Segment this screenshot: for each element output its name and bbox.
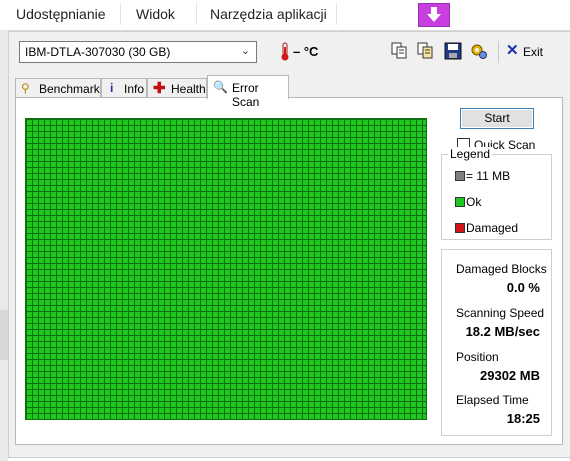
gray-square-icon	[455, 171, 465, 181]
health-icon: ✚	[153, 80, 166, 97]
copy-all-icon[interactable]	[415, 41, 435, 61]
red-square-icon	[455, 223, 465, 233]
options-icon[interactable]	[469, 41, 489, 61]
ribbon-tab-app-tools[interactable]: Narzędzia aplikacji	[210, 6, 327, 22]
exit-button[interactable]: ✕ Exit	[503, 42, 549, 62]
green-square-icon	[455, 197, 465, 207]
position-label: Position	[456, 350, 499, 364]
ribbon-tab-view[interactable]: Widok	[136, 6, 175, 22]
temperature-readout: – °C	[293, 44, 319, 59]
save-icon[interactable]	[443, 41, 463, 61]
ribbon-bar: Udostępnianie Widok Narzędzia aplikacji	[0, 0, 570, 31]
ribbon-separator	[120, 3, 121, 25]
tab-error-scan[interactable]: 🔍 Error Scan	[207, 75, 289, 109]
legend-label: Damaged	[466, 221, 519, 235]
exit-label: Exit	[523, 45, 544, 59]
ribbon-tab-share[interactable]: Udostępnianie	[16, 6, 106, 22]
tab-label: Info	[124, 82, 145, 96]
hdtune-window: IBM-DTLA-307030 (30 GB) ⌄ – °C ✕ Exit ⚲ …	[8, 31, 570, 458]
tab-info[interactable]: i Info	[101, 78, 147, 98]
chevron-down-icon: ⌄	[240, 45, 250, 57]
tab-health[interactable]: ✚ Health	[147, 78, 207, 98]
tab-benchmark[interactable]: ⚲ Benchmark	[15, 78, 101, 98]
tab-label: Health	[171, 82, 206, 96]
legend-title: Legend	[448, 147, 493, 161]
scan-block-map	[25, 118, 427, 420]
copy-icon[interactable]	[389, 41, 409, 61]
ribbon-separator	[336, 3, 337, 25]
damaged-blocks-label: Damaged Blocks	[456, 262, 547, 276]
legend-group: Legend = 11 MB Ok Damaged	[441, 147, 552, 240]
position-value: 29302 MB	[480, 368, 540, 383]
edge-notch	[0, 310, 8, 360]
drive-select[interactable]: IBM-DTLA-307030 (30 GB) ⌄	[19, 41, 257, 63]
elapsed-time-value: 18:25	[506, 411, 540, 426]
download-arrow-button[interactable]	[418, 3, 450, 27]
start-button[interactable]: Start	[460, 108, 534, 129]
ribbon-separator	[196, 3, 197, 25]
error-scan-panel: Start Quick Scan Legend = 11 MB Ok Damag…	[15, 97, 563, 445]
drive-select-value: IBM-DTLA-307030 (30 GB)	[25, 45, 171, 59]
tab-label: Error Scan	[232, 81, 260, 109]
damaged-blocks-value: 0.0 %	[506, 280, 540, 295]
toolbar-separator	[498, 41, 499, 63]
elapsed-time-label: Elapsed Time	[456, 393, 529, 407]
close-icon: ✕	[506, 42, 519, 59]
scanning-speed-label: Scanning Speed	[456, 306, 545, 320]
tab-label: Benchmark	[39, 82, 100, 96]
down-arrow-icon	[427, 7, 441, 22]
legend-label: Ok	[466, 195, 482, 209]
thermometer-icon	[281, 42, 289, 61]
scanning-speed-value: 18.2 MB/sec	[465, 324, 540, 339]
benchmark-icon: ⚲	[21, 81, 30, 95]
left-window-edge	[0, 30, 8, 461]
legend-label: = 11 MB	[466, 169, 511, 183]
error-scan-icon: 🔍	[213, 80, 228, 94]
info-icon: i	[110, 81, 114, 95]
scan-stats-group: Damaged Blocks 0.0 % Scanning Speed 18.2…	[441, 249, 552, 436]
